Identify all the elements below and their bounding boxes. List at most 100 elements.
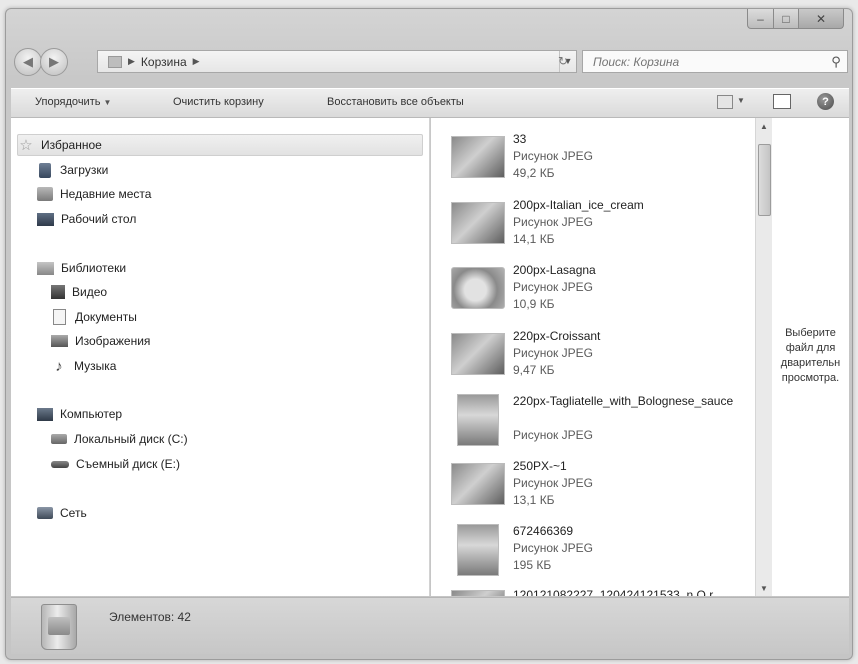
desktop-icon [37, 212, 54, 226]
vertical-scrollbar[interactable]: ▲ ▼ [755, 118, 772, 596]
sidebar-item-removable-disk-e[interactable]: Съемный диск (E:) [51, 454, 180, 474]
navigation-pane: ☆ Избранное Загрузки Недавние места Рабо… [11, 118, 430, 596]
file-item[interactable]: 120121082227_120424121533_n.O.r [451, 588, 741, 596]
view-dropdown-icon[interactable]: ▼ [737, 96, 745, 105]
sidebar-item-favorites[interactable]: ☆ Избранное [17, 134, 423, 156]
sidebar-label: Загрузки [60, 163, 109, 177]
window-controls: – □ ✕ [747, 9, 844, 29]
help-icon[interactable]: ? [817, 93, 834, 110]
file-name: 220px-Tagliatelle_with_Bolognese_sauce [513, 394, 734, 408]
view-mode-icon[interactable] [717, 95, 733, 109]
sidebar-item-desktop[interactable]: Рабочий стол [37, 209, 136, 229]
file-type: Рисунок JPEG [513, 346, 593, 360]
sidebar-label: Избранное [41, 138, 102, 152]
sidebar-item-downloads[interactable]: Загрузки [37, 160, 108, 180]
file-name: 120121082227_120424121533_n.O.r [513, 588, 714, 596]
file-item[interactable]: 200px-Italian_ice_cream Рисунок JPEG 14,… [451, 198, 741, 248]
libraries-icon [37, 261, 54, 275]
file-item[interactable]: 220px-Tagliatelle_with_Bolognese_sauce Р… [451, 394, 741, 452]
recent-places-icon [37, 187, 53, 201]
file-type: Рисунок JPEG [513, 280, 593, 294]
sidebar-label: Музыка [74, 359, 117, 373]
forward-button[interactable]: ▶ [40, 48, 68, 76]
file-item[interactable]: 200px-Lasagna Рисунок JPEG 10,9 КБ [451, 263, 741, 313]
sidebar-item-libraries[interactable]: Библиотеки [37, 258, 126, 278]
file-item[interactable]: 672466369 Рисунок JPEG 195 КБ [451, 524, 741, 578]
restore-all-button[interactable]: Восстановить все объекты [327, 96, 464, 108]
sidebar-label: Документы [75, 310, 137, 324]
pictures-library-icon [51, 335, 68, 347]
file-name: 672466369 [513, 524, 574, 538]
recycle-bin-icon [41, 604, 77, 650]
hard-drive-icon [51, 434, 67, 444]
removable-drive-icon [51, 460, 69, 468]
file-item[interactable]: 33 Рисунок JPEG 49,2 КБ [451, 132, 741, 182]
details-pane: Элементов: 42 [11, 597, 849, 654]
image-thumbnail [451, 333, 505, 375]
sidebar-item-video[interactable]: Видео [51, 282, 107, 302]
sidebar-item-network[interactable]: Сеть [37, 503, 87, 523]
breadcrumb-recycle-bin[interactable]: Корзина [141, 55, 187, 69]
file-name: 33 [513, 132, 527, 146]
scrollbar-thumb[interactable] [758, 144, 771, 216]
address-bar[interactable]: ▶ Корзина ▶ ▼ [97, 50, 577, 73]
preview-pane: Выберите файл для дварительн просмотра. [772, 118, 849, 596]
image-thumbnail [451, 590, 505, 596]
file-name: 200px-Lasagna [513, 263, 596, 277]
image-thumbnail [451, 202, 505, 244]
file-size: 14,1 КБ [513, 232, 555, 246]
image-thumbnail [457, 524, 499, 576]
file-name: 220px-Croissant [513, 329, 601, 343]
command-bar: Упорядочить ▼ Очистить корзину Восстанови… [11, 88, 849, 118]
scroll-up-icon[interactable]: ▲ [756, 118, 772, 134]
star-icon: ☆ [19, 137, 33, 154]
sidebar-label: Компьютер [60, 407, 123, 421]
search-icon[interactable]: ⚲ [825, 54, 847, 70]
maximize-button[interactable]: □ [774, 9, 799, 29]
music-note-icon: ♪ [55, 357, 63, 375]
downloads-folder-icon [39, 162, 51, 178]
image-thumbnail [451, 136, 505, 178]
sidebar-label: Библиотеки [61, 261, 127, 275]
nav-buttons: ◀ ▶ [14, 48, 68, 76]
sidebar-label: Съемный диск (E:) [76, 457, 180, 471]
preview-line: дварительн [780, 357, 841, 369]
file-item[interactable]: 220px-Croissant Рисунок JPEG 9,47 КБ [451, 329, 741, 379]
file-size: 195 КБ [513, 558, 552, 572]
sidebar-item-pictures[interactable]: Изображения [51, 331, 150, 351]
breadcrumb-separator-icon[interactable]: ▶ [128, 56, 135, 67]
sidebar-item-computer[interactable]: Компьютер [37, 404, 122, 424]
organize-label: Упорядочить [35, 96, 101, 108]
file-size: 13,1 КБ [513, 493, 555, 507]
search-box[interactable]: ⚲ [582, 50, 848, 73]
file-type: Рисунок JPEG [513, 476, 593, 490]
back-button[interactable]: ◀ [14, 48, 42, 76]
file-name: 250PX-~1 [513, 459, 567, 473]
preview-line: просмотра. [781, 372, 840, 384]
sidebar-label: Сеть [60, 506, 87, 520]
network-icon [37, 507, 53, 519]
recycle-bin-small-icon [108, 55, 122, 68]
preview-pane-toggle-icon[interactable] [773, 94, 791, 109]
chevron-down-icon: ▼ [103, 98, 112, 107]
breadcrumb-separator-icon[interactable]: ▶ [193, 56, 200, 67]
close-button[interactable]: ✕ [799, 9, 844, 29]
sidebar-label: Недавние места [60, 187, 152, 201]
sidebar-item-documents[interactable]: Документы [51, 307, 137, 327]
file-item[interactable]: 250PX-~1 Рисунок JPEG 13,1 КБ [451, 459, 741, 509]
items-count: Элементов: 42 [109, 610, 191, 624]
scroll-down-icon[interactable]: ▼ [756, 580, 772, 596]
organize-button[interactable]: Упорядочить ▼ [35, 96, 111, 108]
sidebar-item-recent-places[interactable]: Недавние места [37, 184, 151, 204]
sidebar-item-local-disk-c[interactable]: Локальный диск (C:) [51, 429, 188, 449]
search-input[interactable] [591, 53, 825, 70]
file-size: 9,47 КБ [513, 363, 555, 377]
minimize-button[interactable]: – [747, 9, 774, 29]
document-icon [53, 309, 66, 325]
file-type: Рисунок JPEG [513, 428, 593, 442]
sidebar-item-music[interactable]: ♪ Музыка [51, 356, 116, 376]
sidebar-label: Видео [72, 285, 108, 299]
refresh-button[interactable]: ↻ [551, 50, 575, 71]
empty-recycle-bin-button[interactable]: Очистить корзину [173, 96, 264, 108]
file-type: Рисунок JPEG [513, 541, 593, 555]
